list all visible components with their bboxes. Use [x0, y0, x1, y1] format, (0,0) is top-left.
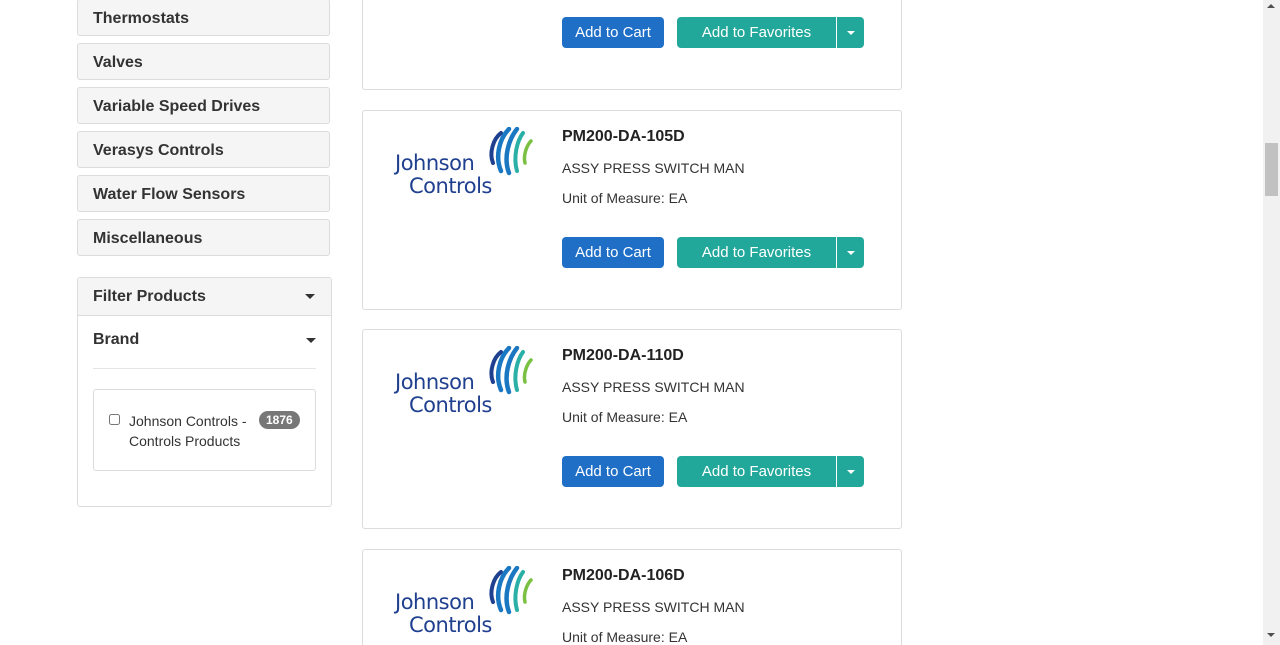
add-to-cart-button[interactable]: Add to Cart: [562, 237, 664, 268]
caret-down-icon: [305, 294, 315, 299]
johnson-controls-swirl-icon: [489, 346, 533, 395]
product-card: Johnson Controls PM200-DA-105D ASSY PRES…: [362, 110, 902, 310]
add-to-cart-button[interactable]: Add to Cart: [562, 17, 664, 48]
product-card: Add to Cart Add to Favorites: [362, 0, 902, 90]
logo-text-line1: Johnson: [395, 370, 475, 394]
scroll-thumb[interactable]: [1265, 143, 1278, 196]
add-to-cart-button[interactable]: Add to Cart: [562, 456, 664, 487]
favorites-dropdown-button[interactable]: [837, 17, 864, 48]
logo-text-line1: Johnson: [395, 590, 475, 614]
caret-down-icon: [306, 338, 316, 343]
category-valves[interactable]: Valves: [77, 43, 330, 80]
add-to-favorites-button[interactable]: Add to Favorites: [677, 237, 836, 268]
brand-options: Johnson Controls - Controls Products 187…: [93, 389, 316, 471]
product-sku[interactable]: PM200-DA-105D: [562, 128, 685, 146]
filter-products-title: Filter Products: [93, 288, 206, 305]
johnson-controls-logo[interactable]: Johnson Controls: [395, 346, 535, 418]
brand-label[interactable]: Johnson Controls - Controls Products: [129, 411, 254, 451]
product-card: Johnson Controls PM200-DA-110D ASSY PRES…: [362, 329, 902, 529]
logo-text-line2: Controls: [409, 393, 492, 417]
brand-toggle[interactable]: Brand: [93, 322, 316, 369]
johnson-controls-logo[interactable]: Johnson Controls: [395, 127, 535, 199]
unit-of-measure: Unit of Measure: EA: [562, 629, 688, 645]
johnson-controls-logo[interactable]: Johnson Controls: [395, 566, 535, 638]
scroll-up-arrow-icon[interactable]: [1267, 4, 1275, 8]
filter-panel: Filter Products Brand Johnson Controls -…: [77, 277, 332, 507]
brand-checkbox[interactable]: [109, 414, 120, 425]
brand-title: Brand: [93, 331, 140, 348]
caret-down-icon: [847, 31, 855, 35]
add-to-favorites-button[interactable]: Add to Favorites: [677, 456, 836, 487]
filter-products-toggle[interactable]: Filter Products: [78, 278, 331, 316]
unit-of-measure: Unit of Measure: EA: [562, 190, 688, 206]
favorites-dropdown-button[interactable]: [837, 237, 864, 268]
caret-down-icon: [847, 251, 855, 255]
product-description: ASSY PRESS SWITCH MAN: [562, 379, 745, 395]
product-card: Johnson Controls PM200-DA-106D ASSY PRES…: [362, 549, 902, 645]
caret-down-icon: [847, 470, 855, 474]
category-water-flow-sensors[interactable]: Water Flow Sensors: [77, 175, 330, 212]
logo-text-line2: Controls: [409, 613, 492, 637]
product-description: ASSY PRESS SWITCH MAN: [562, 160, 745, 176]
category-verasys-controls[interactable]: Verasys Controls: [77, 131, 330, 168]
vertical-scrollbar[interactable]: [1263, 0, 1280, 645]
johnson-controls-swirl-icon: [489, 127, 533, 176]
add-to-favorites-button[interactable]: Add to Favorites: [677, 17, 836, 48]
favorites-dropdown-button[interactable]: [837, 456, 864, 487]
product-sku[interactable]: PM200-DA-110D: [562, 347, 684, 365]
unit-of-measure: Unit of Measure: EA: [562, 409, 688, 425]
category-thermostats[interactable]: Thermostats: [77, 0, 330, 36]
logo-text-line1: Johnson: [395, 151, 475, 175]
scroll-down-arrow-icon[interactable]: [1267, 633, 1275, 637]
product-sku[interactable]: PM200-DA-106D: [562, 567, 685, 585]
category-miscellaneous[interactable]: Miscellaneous: [77, 219, 330, 256]
logo-text-line2: Controls: [409, 174, 492, 198]
brand-count-badge: 1876: [259, 411, 300, 429]
product-description: ASSY PRESS SWITCH MAN: [562, 599, 745, 615]
johnson-controls-swirl-icon: [489, 566, 533, 615]
category-variable-speed-drives[interactable]: Variable Speed Drives: [77, 87, 330, 124]
